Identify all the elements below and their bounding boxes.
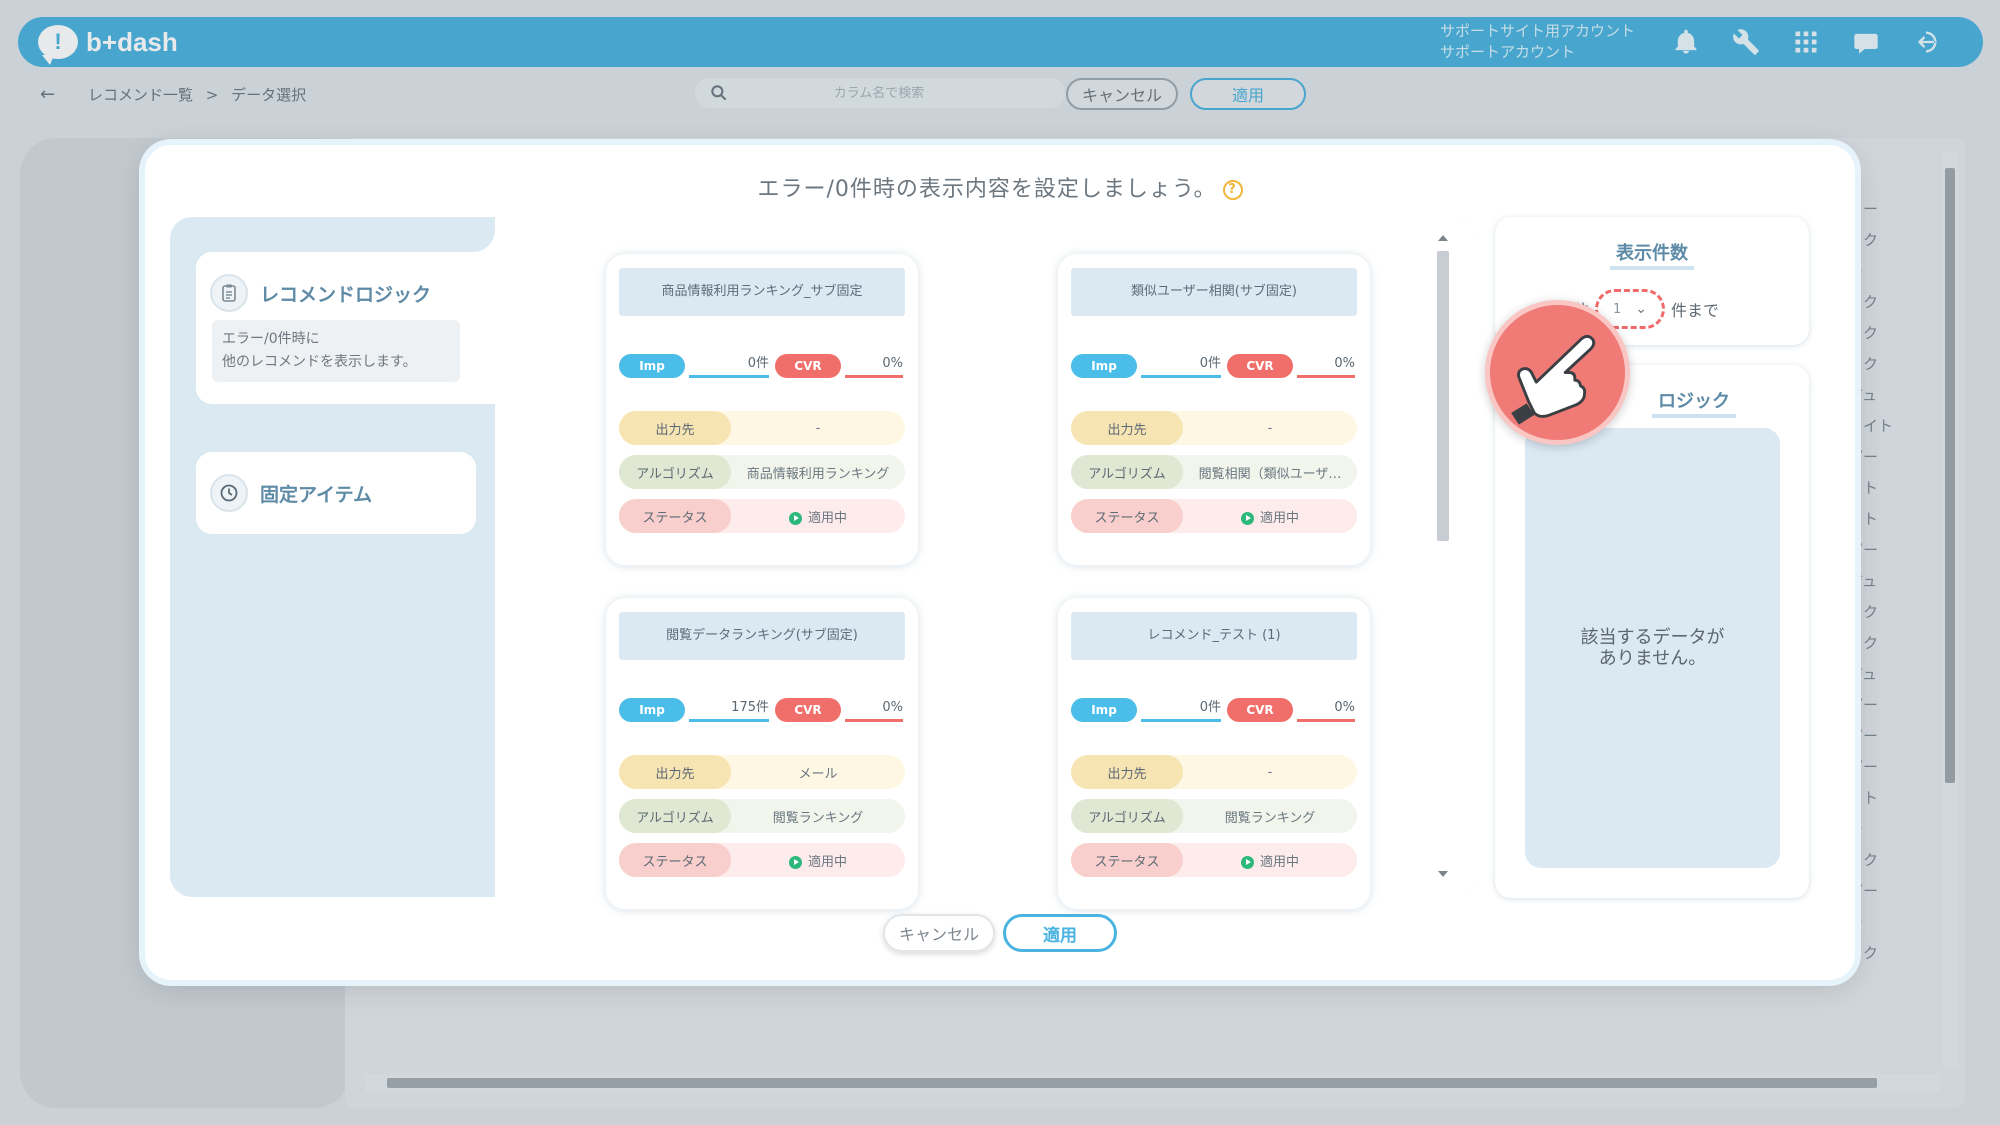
algorithm-value: 閲覧ランキング	[772, 810, 864, 826]
error-zero-settings-modal: エラー/0件時の表示内容を設定しましょう。? レコメンドロジック エラー/0件時…	[145, 145, 1855, 980]
algorithm-label: アルゴリズム	[1071, 799, 1183, 833]
status-label: ステータス	[619, 843, 731, 877]
cvr-value: 0%	[1297, 698, 1355, 722]
algorithm-value: 閲覧相関（類似ユーザ…	[1198, 466, 1342, 482]
display-count-heading: 表示件数	[1610, 243, 1694, 270]
imp-value: 0件	[689, 354, 769, 378]
cvr-value: 0%	[1297, 354, 1355, 378]
play-status-icon	[1240, 855, 1254, 869]
menu-fixed-items[interactable]: 固定アイテム	[196, 452, 476, 534]
output-row: 出力先 -	[619, 411, 905, 445]
play-status-icon	[788, 511, 802, 525]
output-value: メール	[798, 766, 838, 782]
status-label: ステータス	[1071, 499, 1183, 533]
output-row: 出力先 メール	[619, 755, 905, 789]
modal-cancel-button[interactable]: キャンセル	[883, 914, 995, 952]
cvr-value: 0%	[845, 354, 903, 378]
scroll-down-arrow-icon[interactable]	[1438, 871, 1448, 877]
selected-logic-heading: ロジック	[1652, 391, 1736, 418]
recommend-logic-card[interactable]: 閲覧データランキング(サブ固定) Imp 175件 CVR 0% 出力先 メールアルゴリズム…	[605, 597, 919, 910]
status-row: ステータス 適用中	[1071, 843, 1357, 877]
status-row: ステータス 適用中	[619, 499, 905, 533]
status-value: 適用中	[1183, 507, 1357, 526]
menu-recommend-logic[interactable]: レコメンドロジック エラー/0件時に 他のレコメンドを表示します。	[196, 252, 496, 404]
algorithm-value: 閲覧ランキング	[1224, 810, 1316, 826]
imp-badge: Imp	[1071, 354, 1137, 378]
output-label: 出力先	[1071, 411, 1183, 445]
imp-badge: Imp	[619, 354, 685, 378]
cvr-badge: CVR	[1227, 354, 1293, 378]
menu-recommend-logic-description: エラー/0件時に 他のレコメンドを表示します。	[212, 320, 460, 382]
menu-recommend-logic-label: レコメンドロジック	[260, 283, 432, 306]
clock-icon	[210, 474, 248, 512]
status-row: ステータス 適用中	[1071, 499, 1357, 533]
status-text: 適用中	[807, 854, 847, 870]
status-text: 適用中	[1259, 510, 1299, 526]
card-title: 類似ユーザー相関(サブ固定)	[1071, 268, 1357, 316]
imp-badge: Imp	[1071, 698, 1137, 722]
modal-apply-button[interactable]: 適用	[1003, 914, 1117, 952]
play-status-icon	[1240, 511, 1254, 525]
imp-value: 0件	[1141, 698, 1221, 722]
imp-value: 0件	[1141, 354, 1221, 378]
selected-logic-panel: ロジック 該当するデータが ありません。	[1495, 365, 1809, 898]
imp-badge: Imp	[619, 698, 685, 722]
algorithm-value: 商品情報利用ランキング	[746, 466, 890, 482]
chevron-down-icon: ⌄	[1635, 301, 1648, 317]
algorithm-row: アルゴリズム 閲覧ランキング	[1071, 799, 1357, 833]
modal-title: エラー/0件時の表示内容を設定しましょう。?	[145, 171, 1855, 203]
description-line: エラー/0件時に	[222, 331, 320, 347]
algorithm-row: アルゴリズム 閲覧ランキング	[619, 799, 905, 833]
algorithm-row: アルゴリズム 閲覧相関（類似ユーザ…	[1071, 455, 1357, 489]
empty-message-line: ありません。	[1598, 648, 1707, 669]
status-row: ステータス 適用中	[619, 843, 905, 877]
modal-title-text: エラー/0件時の表示内容を設定しましょう。	[757, 177, 1217, 202]
imp-value: 175件	[689, 698, 769, 722]
empty-message-line: 該当するデータが	[1580, 627, 1725, 648]
output-value: -	[815, 420, 821, 436]
status-label: ステータス	[619, 499, 731, 533]
cvr-badge: CVR	[775, 354, 841, 378]
output-value: -	[1267, 764, 1273, 780]
pointing-hand-icon	[1485, 300, 1630, 445]
logic-list-scrollbar[interactable]	[1435, 231, 1451, 881]
output-label: 出力先	[619, 755, 731, 789]
menu-fixed-items-label: 固定アイテム	[260, 483, 373, 506]
output-value: -	[1267, 420, 1273, 436]
card-title: レコメンド_テスト (1)	[1071, 612, 1357, 660]
status-text: 適用中	[1259, 854, 1299, 870]
cvr-badge: CVR	[1227, 698, 1293, 722]
status-label: ステータス	[1071, 843, 1183, 877]
status-value: 適用中	[731, 507, 905, 526]
algorithm-label: アルゴリズム	[1071, 455, 1183, 489]
scroll-up-arrow-icon[interactable]	[1438, 235, 1448, 241]
algorithm-label: アルゴリズム	[619, 455, 731, 489]
card-title: 閲覧データランキング(サブ固定)	[619, 612, 905, 660]
output-row: 出力先 -	[1071, 411, 1357, 445]
recommend-logic-card[interactable]: 商品情報利用ランキング_サブ固定 Imp 0件 CVR 0% 出力先 - アルゴリズム 商品情報…	[605, 253, 919, 566]
cvr-badge: CVR	[775, 698, 841, 722]
play-status-icon	[788, 855, 802, 869]
status-text: 適用中	[807, 510, 847, 526]
help-icon[interactable]: ?	[1222, 180, 1243, 200]
card-title: 商品情報利用ランキング_サブ固定	[619, 268, 905, 316]
description-line: 他のレコメンドを表示します。	[222, 354, 417, 370]
output-label: 出力先	[1071, 755, 1183, 789]
status-value: 適用中	[731, 851, 905, 870]
algorithm-row: アルゴリズム 商品情報利用ランキング	[619, 455, 905, 489]
output-label: 出力先	[619, 411, 731, 445]
status-value: 適用中	[1183, 851, 1357, 870]
output-row: 出力先 -	[1071, 755, 1357, 789]
recommend-logic-card[interactable]: 類似ユーザー相関(サブ固定) Imp 0件 CVR 0% 出力先 - アルゴリズム 閲覧相関（類…	[1057, 253, 1371, 566]
algorithm-label: アルゴリズム	[619, 799, 731, 833]
count-suffix: 件まで	[1671, 301, 1720, 320]
empty-state-message: 該当するデータが ありません。	[1525, 428, 1780, 868]
recommend-logic-card[interactable]: レコメンド_テスト (1) Imp 0件 CVR 0% 出力先 - アルゴリズム 閲覧ランキング…	[1057, 597, 1371, 910]
clipboard-icon	[210, 274, 248, 312]
cvr-value: 0%	[845, 698, 903, 722]
